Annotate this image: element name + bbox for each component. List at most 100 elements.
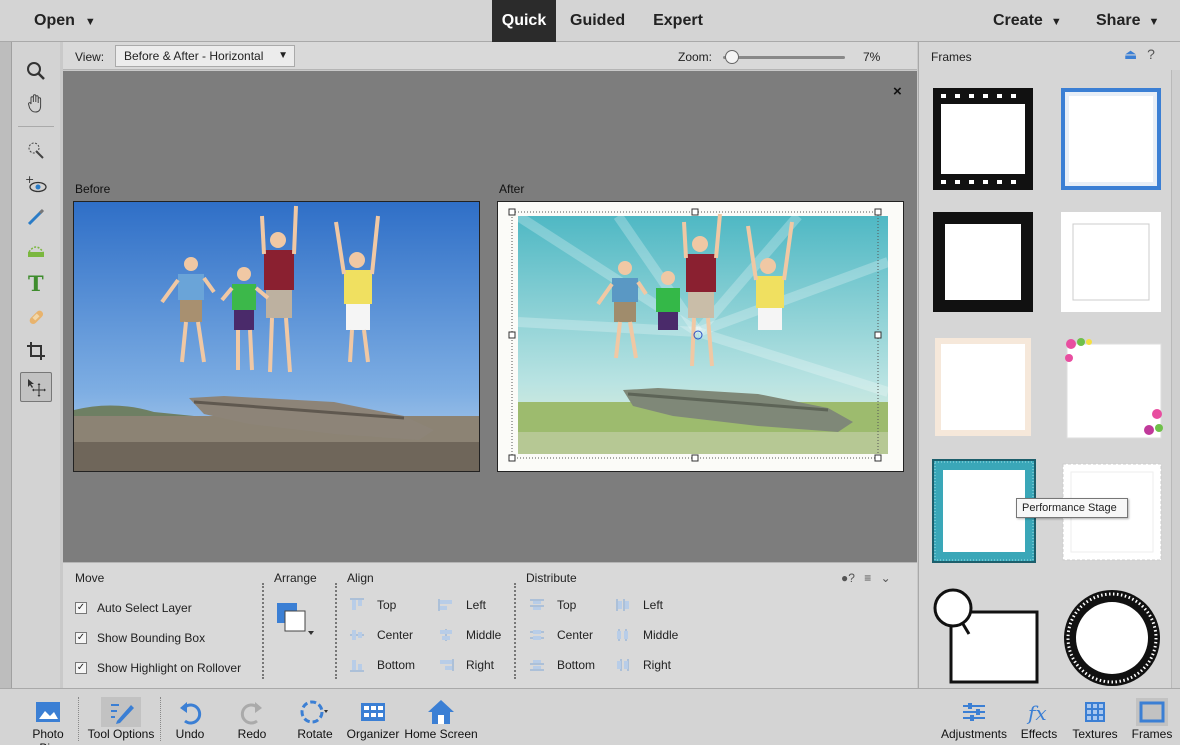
tape-frame-image [935,338,1031,436]
align-middle-button[interactable]: Middle [438,628,501,642]
organizer-button[interactable]: Organizer [344,697,402,745]
collapse-chevron-icon[interactable]: ⌄ [881,571,891,585]
auto-select-layer-checkbox[interactable]: ✓ Auto Select Layer [75,601,192,615]
auto-select-layer-label: Auto Select Layer [97,601,192,615]
distribute-bottom-button[interactable]: Bottom [529,658,595,672]
help-icon[interactable]: ●? [841,571,855,585]
align-right-icon [438,658,454,672]
red-eye-tool[interactable]: + [20,170,52,200]
photo-bin-button[interactable]: Photo Bin [22,697,74,745]
help-icon[interactable]: ? [1147,46,1155,62]
show-highlight-checkbox[interactable]: ✓ Show Highlight on Rollover [75,661,241,675]
distribute-middle-button[interactable]: Middle [615,628,678,642]
after-label: After [499,182,525,196]
distribute-right-button[interactable]: Right [615,658,671,672]
distribute-right-label: Right [643,658,672,672]
distribute-right-icon [615,658,631,672]
zoom-icon [27,62,45,80]
panel-menu-icon[interactable]: ≡ [864,571,871,585]
speech-frame-image [933,588,1039,684]
textures-button[interactable]: Textures [1066,697,1124,745]
frame-thumb-black[interactable] [931,208,1037,314]
whiten-teeth-tool[interactable] [20,202,52,232]
frame-thumb-plain[interactable] [1059,208,1165,314]
crop-tool[interactable] [20,336,52,366]
view-select[interactable]: Before & After - Horizontal ▼ [115,45,295,67]
undo-icon [180,702,202,725]
align-center-button[interactable]: Center [349,628,413,642]
redo-button[interactable]: Redo [230,697,274,745]
create-menu[interactable]: Create ▼ [993,12,1062,30]
frame-thumb-tape[interactable] [931,334,1037,440]
effects-label: Effects [1020,727,1058,741]
frame-thumb-flowers[interactable] [1059,334,1165,440]
close-icon[interactable]: × [893,83,902,100]
mode-tabs: Quick Guided Expert [492,0,717,42]
frames-button[interactable]: Frames [1128,697,1176,745]
align-left-button[interactable]: Left [438,598,486,612]
zoom-slider-knob[interactable] [724,50,739,64]
show-highlight-label: Show Highlight on Rollover [97,661,242,675]
distribute-top-button[interactable]: Top [529,598,576,612]
move-tool[interactable] [20,372,52,402]
canvas-area: × Before After [63,71,917,562]
arrange-button[interactable] [275,599,315,643]
circle-frame-image [1064,590,1160,686]
textures-label: Textures [1072,727,1118,741]
arrange-icon [277,603,314,635]
type-tool[interactable]: T [20,268,52,298]
photo-bin-icon [36,702,60,722]
tool-options-button[interactable]: Tool Options [84,697,158,745]
share-label: Share [1096,12,1141,29]
after-photo[interactable] [497,201,904,472]
frame-thumb-speech[interactable] [929,586,1041,686]
share-menu[interactable]: Share ▼ [1096,12,1159,30]
hand-icon [28,94,42,113]
before-photo[interactable] [73,201,480,472]
create-label: Create [993,12,1043,29]
zoom-tool[interactable] [20,56,52,86]
align-top-button[interactable]: Top [349,598,396,612]
redo-label: Redo [237,727,267,741]
effects-button[interactable]: fx Effects [1016,697,1062,745]
distribute-center-label: Center [557,628,594,642]
before-label: Before [75,182,111,196]
distribute-title: Distribute [526,571,577,585]
tab-expert[interactable]: Expert [639,0,717,42]
section-divider [335,583,337,679]
align-top-icon [349,598,365,612]
zoom-slider-track[interactable] [723,56,845,59]
rotate-button[interactable]: Rotate [290,697,340,745]
panel-scrollbar[interactable] [1171,70,1180,688]
undo-label: Undo [175,727,205,741]
tab-quick[interactable]: Quick [492,0,556,42]
align-right-button[interactable]: Right [438,658,494,672]
distribute-top-icon [529,598,545,612]
frame-thumb-film[interactable] [931,86,1037,192]
reset-icon[interactable]: ⏏ [1124,46,1137,62]
chevron-down-icon: ▼ [278,50,288,61]
home-screen-button[interactable]: Home Screen [403,697,479,745]
distribute-left-button[interactable]: Left [615,598,663,612]
tool-bar: + T [12,42,60,688]
hand-tool[interactable] [20,88,52,118]
quick-selection-tool[interactable] [20,136,52,166]
spot-healing-tool[interactable] [20,302,52,332]
open-menu[interactable]: Open ▼ [34,12,96,30]
flowers-frame-image [1065,338,1163,439]
frame-thumb-blue[interactable] [1059,86,1165,192]
checkbox-checked-icon: ✓ [75,662,87,674]
distribute-bottom-icon [529,658,545,672]
align-bottom-button[interactable]: Bottom [349,658,415,672]
textures-icon [1085,702,1105,722]
blue-frame-image [1061,88,1161,190]
show-bounding-box-checkbox[interactable]: ✓ Show Bounding Box [75,631,205,645]
frame-thumb-circle[interactable] [1059,586,1165,686]
distribute-center-button[interactable]: Center [529,628,593,642]
tab-guided[interactable]: Guided [556,0,639,42]
straighten-tool[interactable] [20,234,52,264]
top-bar: Open ▼ Quick Guided Expert Create ▼ Share ▼ [0,0,1180,42]
whiten-teeth-icon [27,208,45,226]
adjustments-button[interactable]: Adjustments [936,697,1012,745]
undo-button[interactable]: Undo [168,697,212,745]
